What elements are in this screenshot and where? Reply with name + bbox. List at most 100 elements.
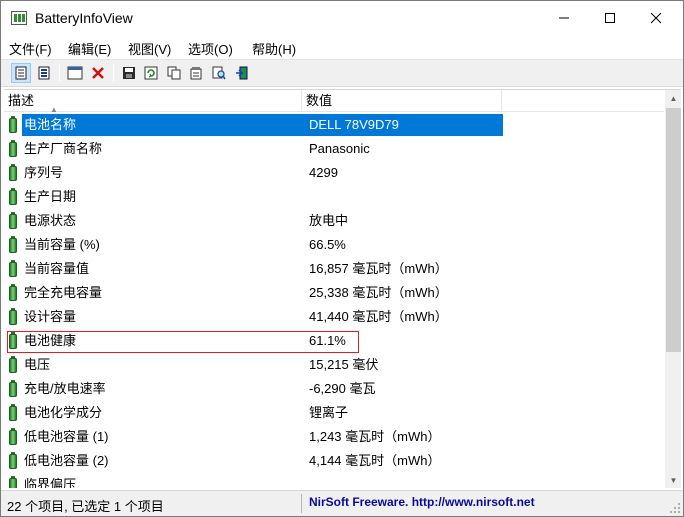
menu-help[interactable]: 帮助(H) [252,39,296,58]
delete-x-icon [92,67,104,79]
battery-icon [9,332,17,349]
row-value: 15,215 毫伏 [309,357,379,372]
table-row[interactable]: 临界偏压 [4,473,664,488]
toolbar-find-button[interactable] [209,63,229,83]
row-description: 电池名称 [24,117,77,132]
menu-edit[interactable]: 编辑(E) [68,39,111,58]
battery-icon [9,356,17,373]
table-row[interactable]: 当前容量值 16,857 毫瓦时（mWh） [4,257,664,281]
row-value: 61.1% [309,333,346,348]
row-value: 锂离子 [309,405,349,420]
battery-icon [9,404,17,421]
status-bar: 22 个项目, 已选定 1 个项目 NirSoft Freeware. http… [1,490,683,516]
table-row[interactable]: 低电池容量 (2) 4,144 毫瓦时（mWh） [4,449,664,473]
battery-info-list[interactable]: 描述 ▲ 数值 电池名称 DELL 78V9D79 生产厂商名称 Panasonic 序… [4,89,681,488]
row-description: 序列号 [24,165,64,180]
row-value: 25,338 毫瓦时（mWh） [309,285,448,300]
row-description: 电源状态 [24,213,77,228]
row-value: Panasonic [309,141,370,156]
scroll-up-icon[interactable]: ▲ [665,90,681,107]
battery-icon [9,236,17,253]
table-row[interactable]: 低电池容量 (1) 1,243 毫瓦时（mWh） [4,425,664,449]
battery-icon [9,428,17,445]
toolbar-refresh-button[interactable] [141,63,161,83]
table-row[interactable]: 充电/放电速率 -6,290 毫瓦 [4,377,664,401]
table-row[interactable]: 电池名称 DELL 78V9D79 [4,113,664,137]
battery-icon [9,284,17,301]
report-icon [190,67,202,80]
maximize-icon [605,12,615,23]
row-description: 低电池容量 (2) [24,453,109,468]
list-header: 描述 ▲ 数值 [4,90,664,114]
resize-grip-icon[interactable] [669,502,681,514]
battery-icon [9,116,17,133]
title-bar[interactable]: BatteryInfoView [1,1,683,35]
table-row[interactable]: 序列号 4299 [4,161,664,185]
refresh-icon [144,66,158,80]
column-header-description[interactable]: 描述 ▲ [4,90,302,114]
table-row[interactable]: 设计容量 41,440 毫瓦时（mWh） [4,305,664,329]
table-row[interactable]: 生产日期 [4,185,664,209]
row-description: 生产日期 [24,189,77,204]
row-value: -6,290 毫瓦 [309,381,376,396]
table-row[interactable]: 电源状态 放电中 [4,209,664,233]
toolbar-properties-window-button[interactable] [65,63,85,83]
row-value: 41,440 毫瓦时（mWh） [309,309,448,324]
scroll-down-icon[interactable]: ▼ [665,472,681,488]
row-value: 4299 [309,165,338,180]
row-description: 电池化学成分 [24,405,103,420]
row-value: 放电中 [309,213,349,228]
table-row[interactable]: 电压 15,215 毫伏 [4,353,664,377]
column-header-value[interactable]: 数值 [302,90,502,112]
row-description: 充电/放电速率 [24,381,106,396]
battery-icon [9,380,17,397]
battery-icon [9,164,17,181]
table-row[interactable]: 当前容量 (%) 66.5% [4,233,664,257]
find-icon [212,66,226,80]
battery-info-view-icon [15,66,27,80]
toolbar-exit-button[interactable] [232,63,252,83]
toolbar-save-button[interactable] [119,63,139,83]
row-description: 当前容量 (%) [24,237,100,252]
minimize-icon [559,17,569,18]
row-value: 66.5% [309,237,346,252]
exit-icon [236,66,248,80]
scrollbar-thumb[interactable] [666,108,681,352]
menu-options[interactable]: 选项(O) [188,39,233,58]
table-row[interactable]: 生产厂商名称 Panasonic [4,137,664,161]
vertical-scrollbar[interactable]: ▲ ▼ [665,90,681,488]
menu-bar: 文件(F) 编辑(E) 视图(V) 选项(O) 帮助(H) [1,35,683,59]
row-value: DELL 78V9D79 [309,117,399,132]
menu-file[interactable]: 文件(F) [9,39,52,58]
battery-icon [9,452,17,469]
toolbar-event-log-button[interactable] [34,63,54,83]
maximize-button[interactable] [587,1,633,34]
row-description: 生产厂商名称 [24,141,103,156]
toolbar-delete-button[interactable] [88,63,108,83]
row-description: 低电池容量 (1) [24,429,109,444]
status-item-count: 22 个项目, 已选定 1 个项目 [7,499,164,514]
toolbar-html-report-button[interactable] [186,63,206,83]
table-row[interactable]: 完全充电容量 25,338 毫瓦时（mWh） [4,281,664,305]
table-row[interactable]: 电池健康 61.1% [4,329,664,353]
event-log-view-icon [38,66,50,80]
toolbar-copy-button[interactable] [164,63,184,83]
close-button[interactable] [633,1,679,34]
row-value: 1,243 毫瓦时（mWh） [309,429,441,444]
row-description: 当前容量值 [24,261,90,276]
battery-icon [9,212,17,229]
minimize-button[interactable] [541,1,587,34]
battery-icon [9,476,17,488]
window-icon [67,66,83,80]
row-value: 16,857 毫瓦时（mWh） [309,261,448,276]
nirsoft-link[interactable]: NirSoft Freeware. http://www.nirsoft.net [309,495,535,509]
row-description: 电池健康 [24,333,77,348]
window-title: BatteryInfoView [35,10,133,26]
battery-icon [9,260,17,277]
toolbar-battery-info-button[interactable] [11,63,31,83]
table-row[interactable]: 电池化学成分 锂离子 [4,401,664,425]
close-icon [650,12,662,23]
row-description: 完全充电容量 [24,285,103,300]
row-value: 4,144 毫瓦时（mWh） [309,453,441,468]
menu-view[interactable]: 视图(V) [128,39,171,58]
